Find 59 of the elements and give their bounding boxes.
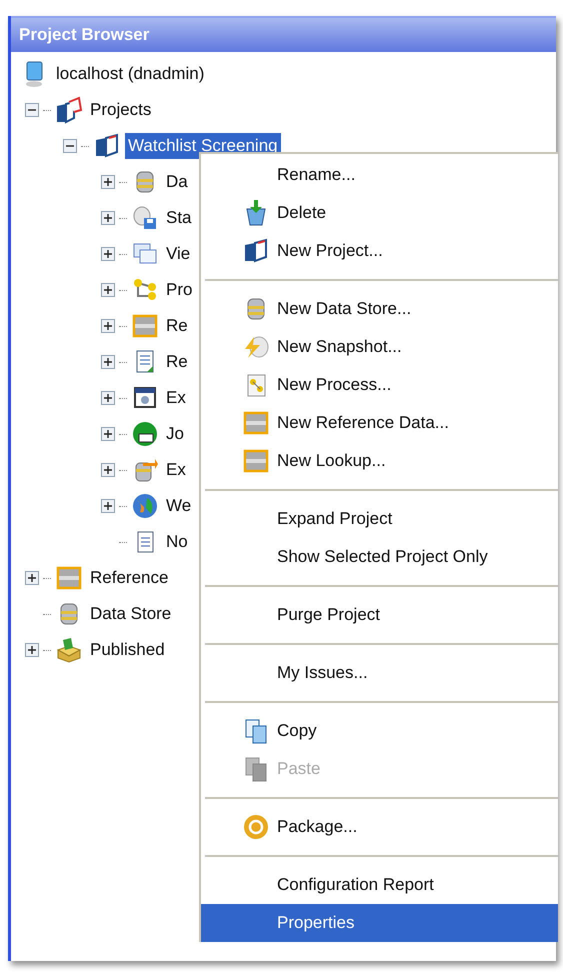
menu-item[interactable]: Configuration Report bbox=[201, 866, 558, 904]
expand-toggle[interactable] bbox=[101, 319, 115, 333]
expand-toggle[interactable] bbox=[101, 427, 115, 441]
expand-toggle[interactable] bbox=[101, 283, 115, 297]
tree-item[interactable]: Reference bbox=[87, 565, 172, 591]
expand-toggle[interactable] bbox=[101, 391, 115, 405]
expand-toggle[interactable] bbox=[101, 463, 115, 477]
tree-item[interactable]: Published bbox=[87, 637, 168, 663]
menu-item[interactable]: New Reference Data... bbox=[201, 404, 558, 442]
tree-item[interactable]: Ex bbox=[163, 385, 189, 411]
menu-item[interactable]: New Project... bbox=[201, 232, 558, 270]
projects-icon bbox=[55, 96, 83, 124]
menu-item[interactable]: New Data Store... bbox=[201, 290, 558, 328]
menu-item[interactable]: Show Selected Project Only bbox=[201, 538, 558, 576]
panel-title: Project Browser bbox=[19, 25, 150, 45]
tree-item[interactable]: Jo bbox=[163, 421, 187, 447]
menu-item[interactable]: Copy bbox=[201, 712, 558, 750]
book-icon bbox=[242, 237, 270, 265]
expand-toggle[interactable] bbox=[101, 355, 115, 369]
table-icon bbox=[55, 564, 83, 592]
tree-item[interactable]: Sta bbox=[163, 205, 195, 231]
menu-item[interactable]: New Process... bbox=[201, 366, 558, 404]
expand-toggle[interactable] bbox=[101, 499, 115, 513]
menu-item[interactable]: Properties bbox=[201, 904, 558, 942]
tree-item[interactable]: Vie bbox=[163, 241, 194, 267]
database-save-icon bbox=[131, 204, 159, 232]
menu-item[interactable]: New Lookup... bbox=[201, 442, 558, 480]
globe-icon bbox=[131, 492, 159, 520]
expand-toggle[interactable] bbox=[101, 211, 115, 225]
menu-item[interactable]: Expand Project bbox=[201, 500, 558, 538]
tree-item[interactable]: localhost (dnadmin) bbox=[53, 61, 208, 87]
tree-item[interactable]: Re bbox=[163, 349, 191, 375]
collapse-toggle[interactable] bbox=[25, 103, 39, 117]
expand-toggle[interactable] bbox=[25, 571, 39, 585]
menu-item[interactable]: Package... bbox=[201, 808, 558, 846]
package-icon bbox=[55, 636, 83, 664]
tree-item[interactable]: No bbox=[163, 529, 191, 555]
table-icon bbox=[242, 409, 270, 437]
tree-item[interactable]: Da bbox=[163, 169, 191, 195]
tree-item[interactable]: Re bbox=[163, 313, 191, 339]
table-icon bbox=[131, 312, 159, 340]
tree-item[interactable]: Ex bbox=[163, 457, 189, 483]
tree-item[interactable]: Projects bbox=[87, 97, 154, 123]
collapse-toggle[interactable] bbox=[63, 139, 77, 153]
menu-item[interactable]: Purge Project bbox=[201, 596, 558, 634]
expand-toggle[interactable] bbox=[101, 247, 115, 261]
book-icon bbox=[93, 132, 121, 160]
table-icon bbox=[242, 447, 270, 475]
menu-item[interactable]: New Snapshot... bbox=[201, 328, 558, 366]
expand-toggle[interactable] bbox=[25, 643, 39, 657]
tree-item[interactable]: Pro bbox=[163, 277, 196, 303]
menu-item[interactable]: Rename... bbox=[201, 156, 558, 194]
menu-item[interactable]: My Issues... bbox=[201, 654, 558, 692]
menu-item[interactable]: Delete bbox=[201, 194, 558, 232]
tree-item[interactable]: Data Store bbox=[87, 601, 174, 627]
tree-item[interactable]: We bbox=[163, 493, 194, 519]
package-icon bbox=[242, 813, 270, 841]
expand-toggle[interactable] bbox=[101, 175, 115, 189]
job-icon bbox=[131, 420, 159, 448]
